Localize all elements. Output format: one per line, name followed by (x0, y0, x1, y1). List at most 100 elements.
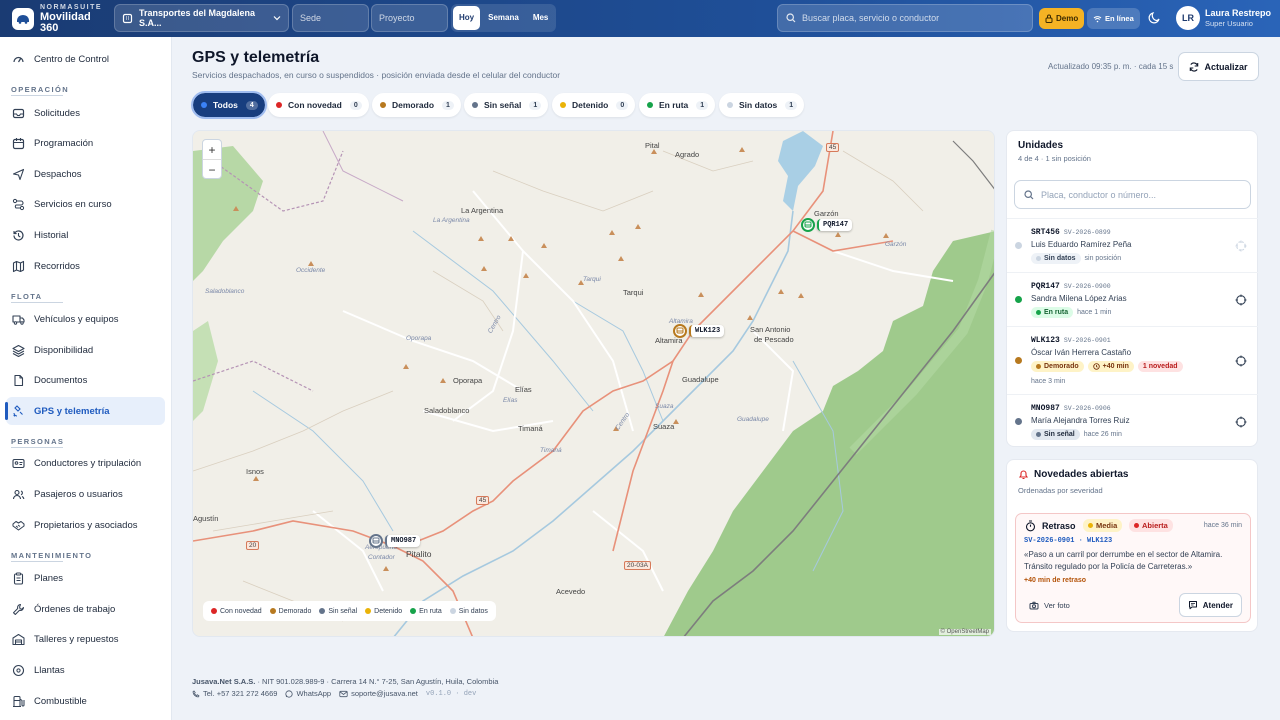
footer-whatsapp[interactable]: WhatsApp (285, 689, 331, 698)
sidebar-item-combustible[interactable]: Combustible (6, 687, 165, 715)
crosshair-icon[interactable] (1235, 416, 1247, 428)
user-menu[interactable]: Laura Restrepo Super Usuario (1205, 8, 1271, 28)
global-search-input[interactable]: Buscar placa, servicio o conductor (777, 4, 1033, 32)
legend-label: Con novedad (220, 607, 262, 615)
unit-row-srt456[interactable]: SRT456 SV-2026-0899 Luis Eduardo Ramírez … (1007, 218, 1258, 272)
unit-driver: Sandra Milena López Arias (1031, 294, 1127, 303)
unit-row-wlk123[interactable]: WLK123 SV-2026-0901 Óscar Iván Herrera Ca… (1007, 326, 1258, 394)
unit-row-pqr147[interactable]: PQR147 SV-2026-0900 Sandra Milena López A… (1007, 272, 1258, 326)
units-search-input[interactable]: Placa, conductor o número... (1014, 180, 1251, 209)
sidebar-item-centro-de-control[interactable]: Centro de Control (6, 45, 165, 73)
satellite-icon (12, 404, 25, 418)
filter-chip-en-ruta[interactable]: En ruta 1 (639, 93, 716, 117)
unit-driver: Luis Eduardo Ramírez Peña (1031, 240, 1132, 249)
sede-select[interactable]: Sede (292, 4, 369, 32)
chip-count: 1 (442, 100, 454, 110)
footer-email-label: soporte@jusava.net (351, 689, 418, 698)
footer-whatsapp-label: WhatsApp (296, 689, 332, 698)
vehicle-marker-wlk123[interactable]: WLK123 (673, 324, 725, 338)
online-status-badge[interactable]: En línea (1087, 8, 1140, 29)
sidebar-item-talleres[interactable]: Talleres y repuestos (6, 625, 165, 653)
legend-label: Sin señal (328, 607, 358, 615)
filter-chip-demorado[interactable]: Demorado 1 (372, 93, 461, 117)
global-search-placeholder: Buscar placa, servicio o conductor (802, 13, 940, 23)
filter-chip-sin-datos[interactable]: Sin datos 1 (719, 93, 805, 117)
map-attribution[interactable]: © OpenStreetMap (938, 629, 991, 635)
fuel-icon (12, 695, 25, 708)
sidebar-item-pasajeros[interactable]: Pasajeros o usuarios (6, 480, 165, 508)
crosshair-icon[interactable] (1235, 240, 1247, 252)
novedad-badge: 1 novedad (1137, 361, 1183, 372)
sidebar-item-planes[interactable]: Planes (6, 564, 165, 592)
crosshair-icon[interactable] (1235, 355, 1247, 367)
sidebar-section-flota: FLOTA (11, 292, 64, 303)
demo-badge[interactable]: Demo (1039, 8, 1085, 29)
proyecto-select[interactable]: Proyecto (371, 4, 448, 32)
sidebar-item-gps-telemetria[interactable]: GPS y telemetría (5, 397, 165, 425)
unit-tags: Demorado +40 min 1 novedad (1031, 361, 1183, 372)
range-week[interactable]: Semana (482, 6, 525, 30)
sidebar-item-recorridos[interactable]: Recorridos (6, 252, 165, 280)
legend-item: Demorado (269, 608, 311, 615)
status-badge-label: Sin señal (1044, 431, 1075, 438)
brand[interactable]: NORMASUITE Movilidad 360 (12, 4, 112, 34)
user-avatar[interactable]: LR (1176, 6, 1200, 30)
view-photo-button[interactable]: Ver foto (1029, 601, 1070, 610)
sidebar-item-llantas[interactable]: Llantas (6, 656, 165, 684)
sidebar-section-operacion: OPERACIÓN (11, 85, 70, 96)
map-label-guadalupe: Guadalupe (682, 375, 719, 384)
footer-email[interactable]: soporte@jusava.net (339, 689, 418, 698)
zoom-in-button[interactable]: + (203, 140, 221, 160)
phone-icon (192, 689, 200, 698)
unit-plate-text: WLK123 (1031, 336, 1060, 345)
filter-chip-detenido[interactable]: Detenido 0 (552, 93, 636, 117)
status-badge: Sin datos (1031, 253, 1081, 264)
status-dot (380, 102, 386, 108)
chevron-down-icon (273, 15, 281, 21)
sidebar-item-despachos[interactable]: Despachos (6, 160, 165, 188)
sidebar-item-propietarios[interactable]: Propietarios y asociados (6, 511, 165, 539)
warehouse-icon (12, 633, 25, 646)
footer-phone[interactable]: Tel. +57 321 272 4669 (192, 689, 277, 698)
vehicle-marker-pqr147[interactable]: PQR147 (801, 218, 853, 232)
crosshair-icon[interactable] (1235, 294, 1247, 306)
bus-icon (673, 324, 687, 338)
filter-chip-sin-senal[interactable]: Sin señal 1 (464, 93, 549, 117)
sidebar-item-historial[interactable]: Historial (6, 221, 165, 249)
sidebar-item-conductores[interactable]: Conductores y tripulación (6, 449, 165, 477)
footer-contacts: Tel. +57 321 272 4669 WhatsApp soporte@j… (192, 689, 476, 698)
filter-chip-con-novedad[interactable]: Con novedad 0 (268, 93, 369, 117)
map[interactable]: Pital Agrado 45 Garzón Garzón La Argenti… (192, 130, 995, 637)
range-month[interactable]: Mes (527, 6, 555, 30)
sidebar-item-solicitudes[interactable]: Solicitudes (6, 99, 165, 127)
sidebar-item-ordenes[interactable]: Órdenes de trabajo (6, 595, 165, 623)
road-shield: 20-03A (624, 561, 651, 570)
unit-row-mno987[interactable]: MNO987 SV-2026-0906 María Alejandra Torre… (1007, 394, 1258, 448)
novedad-label: 1 novedad (1142, 363, 1178, 370)
filter-chip-todos[interactable]: Todos 4 (191, 91, 267, 119)
refresh-label: Actualizar (1204, 61, 1248, 72)
handshake-icon (12, 519, 25, 532)
sidebar-item-documentos[interactable]: Documentos (6, 366, 165, 394)
legend-dot (319, 608, 326, 614)
status-dot (1015, 357, 1022, 364)
user-name: Laura Restrepo (1205, 8, 1272, 18)
sidebar-item-disponibilidad[interactable]: Disponibilidad (6, 336, 165, 364)
sidebar-item-programacion[interactable]: Programación (6, 129, 165, 157)
refresh-button[interactable]: Actualizar (1178, 52, 1259, 81)
attend-button[interactable]: Atender (1178, 593, 1242, 617)
organization-select[interactable]: Transportes del Magdalena S.A... (114, 4, 289, 32)
sidebar-item-servicios-en-curso[interactable]: Servicios en curso (6, 190, 165, 218)
range-today[interactable]: Hoy (453, 6, 481, 30)
sidebar-item-label: Servicios en curso (34, 198, 112, 210)
sidebar-item-vehiculos[interactable]: Vehículos y equipos (6, 305, 165, 333)
chip-count: 4 (245, 100, 258, 110)
sidebar-item-label: Pasajeros o usuarios (34, 488, 123, 500)
novedad-card[interactable]: Retraso Media Abierta hace 36 min SV-202… (1015, 513, 1251, 623)
vehicle-marker-mno987[interactable]: MNO987 (369, 534, 421, 548)
map-label-guadalupe-municipality: Guadalupe (737, 416, 769, 423)
unit-service: SV-2026-0906 (1063, 405, 1111, 412)
zoom-out-button[interactable]: − (203, 160, 221, 180)
novedad-reference[interactable]: SV-2026-0901 · WLK123 (1024, 537, 1112, 545)
moon-icon[interactable] (1148, 11, 1161, 24)
